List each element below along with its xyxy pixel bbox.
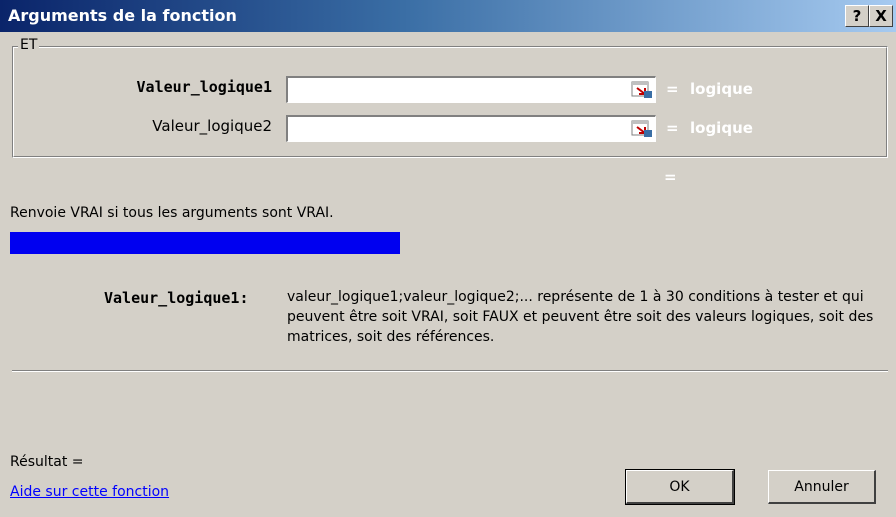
collapse-dialog-icon[interactable] [631,119,653,139]
arg-help-text: valeur_logique1;valeur_logique2;... repr… [287,289,874,345]
arg1-equals: = [666,80,679,98]
formula-result-equals: = [664,168,677,186]
arg2-label: Valeur_logique2 [152,117,272,135]
accent-bar [10,232,400,254]
arg1-label: Valeur_logique1 [136,78,272,96]
cancel-button[interactable]: Annuler [768,470,876,504]
arg1-input[interactable] [286,76,656,103]
arg2-equals: = [666,119,679,137]
separator [12,370,888,372]
help-button[interactable]: ? [845,5,869,27]
arg2-result: logique [690,119,753,137]
dialog-title: Arguments de la fonction [8,6,237,25]
arg1-result: logique [690,80,753,98]
group-legend: ET [18,37,40,53]
title-bar: Arguments de la fonction ? X [0,0,896,32]
arg-help-label: Valeur_logique1: [104,289,249,307]
help-link[interactable]: Aide sur cette fonction [10,484,169,500]
collapse-dialog-icon[interactable] [631,80,653,100]
close-button[interactable]: X [869,5,893,27]
ok-button[interactable]: OK [625,469,735,505]
arg2-input[interactable] [286,115,656,142]
function-description: Renvoie VRAI si tous les arguments sont … [10,205,334,221]
result-label: Résultat = [10,454,84,470]
